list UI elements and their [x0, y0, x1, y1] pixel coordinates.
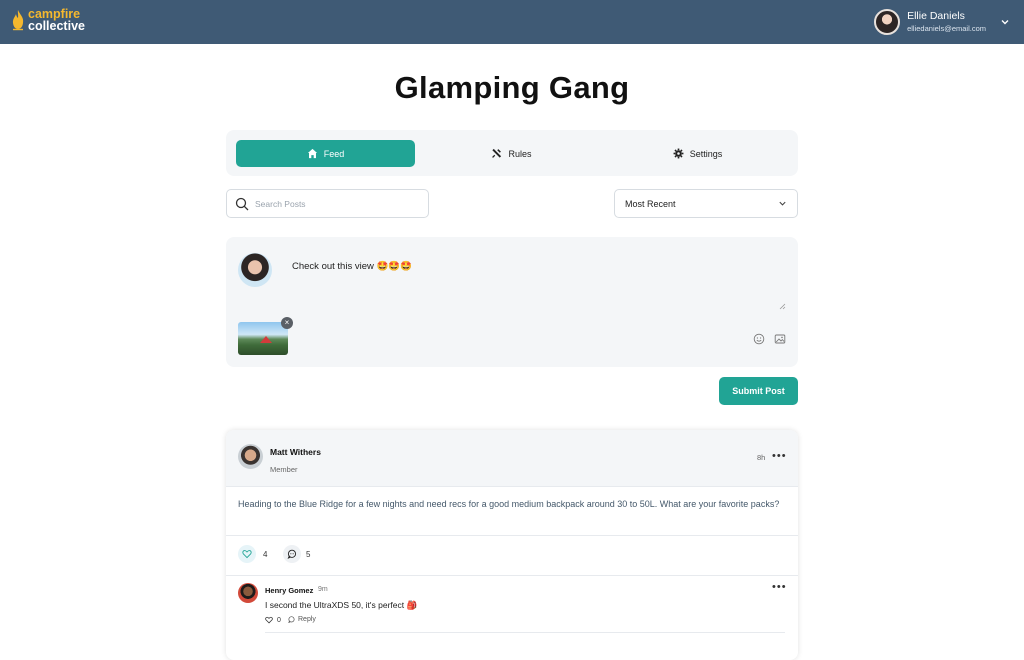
like-button[interactable] — [238, 545, 256, 563]
resize-handle-icon[interactable] — [779, 303, 786, 310]
attachment-thumbnail[interactable]: × — [238, 317, 293, 355]
post-author-name[interactable]: Matt Withers — [270, 447, 321, 457]
comment-author-name[interactable]: Henry Gomez — [265, 586, 313, 595]
commenter-avatar[interactable] — [238, 583, 258, 603]
brand-logo[interactable]: campfire collective — [11, 8, 85, 32]
post-author-role: Member — [270, 465, 298, 474]
composer-textarea[interactable]: Check out this view 🤩🤩🤩 — [292, 261, 412, 272]
divider — [226, 535, 798, 536]
page-title: Glamping Gang — [394, 70, 630, 105]
divider — [265, 632, 785, 633]
emoji-icon[interactable] — [753, 333, 765, 345]
sort-select[interactable]: Most Recent — [614, 189, 798, 218]
chevron-down-icon[interactable] — [1000, 17, 1010, 27]
post-composer: Check out this view 🤩🤩🤩 × — [226, 237, 798, 367]
tab-rules-label: Rules — [508, 148, 532, 159]
tab-feed-label: Feed — [323, 148, 345, 159]
comment-reply-label: Reply — [298, 616, 316, 623]
user-name: Ellie Daniels — [907, 10, 965, 22]
divider — [226, 575, 798, 576]
tab-feed[interactable]: Feed — [236, 140, 415, 167]
remove-attachment-button[interactable]: × — [281, 317, 293, 329]
comment-text: I second the UltraXDS 50, it's perfect 🎒 — [265, 600, 418, 610]
divider — [226, 486, 798, 487]
tools-icon — [492, 148, 502, 158]
tab-settings[interactable]: Settings — [608, 140, 787, 167]
attached-image — [238, 322, 288, 355]
author-avatar[interactable] — [238, 444, 263, 469]
search-icon — [235, 197, 249, 210]
heart-icon — [242, 550, 252, 559]
reply-icon — [288, 616, 295, 623]
comment-icon — [287, 549, 297, 559]
chevron-down-icon — [779, 201, 786, 206]
heart-icon — [265, 616, 273, 624]
submit-post-button[interactable]: Submit Post — [719, 377, 798, 405]
tab-settings-label: Settings — [689, 148, 723, 159]
campfire-flame-icon — [12, 10, 24, 31]
comment-like-count: 0 — [277, 616, 281, 624]
post-header: Matt Withers Member 8h ••• — [226, 430, 798, 486]
search-input[interactable] — [255, 198, 415, 209]
comment-reply-button[interactable]: Reply — [288, 616, 316, 623]
post-body-text: Heading to the Blue Ridge for a few nigh… — [238, 499, 780, 509]
brand-name-line2: collective — [28, 19, 85, 33]
comment-more-options-button[interactable]: ••• — [772, 581, 787, 593]
post-card: Matt Withers Member 8h ••• Heading to th… — [226, 430, 798, 660]
tab-rules[interactable]: Rules — [422, 140, 601, 167]
comment-like-button[interactable]: 0 — [265, 616, 281, 624]
home-icon — [307, 148, 317, 159]
search-box[interactable] — [226, 189, 429, 218]
image-upload-icon[interactable] — [774, 333, 786, 345]
composer-avatar — [238, 253, 272, 287]
user-email: elliedaniels@email.com — [907, 24, 986, 33]
sort-selected-value: Most Recent — [625, 198, 676, 209]
top-navigation-bar: campfire collective Ellie Daniels ellied… — [0, 0, 1024, 44]
group-tabs: Feed Rules Settings — [226, 130, 798, 176]
post-more-options-button[interactable]: ••• — [772, 450, 787, 462]
comment-count: 5 — [306, 550, 311, 559]
post-timestamp: 8h — [757, 453, 766, 462]
gear-icon — [673, 148, 684, 159]
like-count: 4 — [263, 550, 268, 559]
user-menu[interactable]: Ellie Daniels elliedaniels@email.com — [874, 9, 1010, 35]
user-avatar — [874, 9, 901, 35]
comment-timestamp: 9m — [318, 586, 328, 593]
comment-button[interactable] — [283, 545, 301, 563]
